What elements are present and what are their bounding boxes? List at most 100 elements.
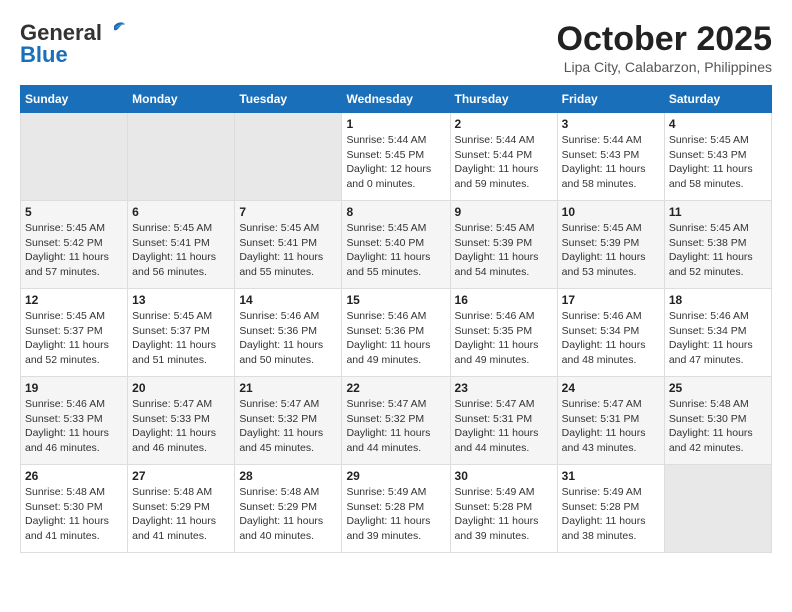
day-cell xyxy=(128,113,235,201)
page-subtitle: Lipa City, Calabarzon, Philippines xyxy=(557,59,772,75)
title-block: October 2025 Lipa City, Calabarzon, Phil… xyxy=(557,20,772,75)
day-cell: 24Sunrise: 5:47 AMSunset: 5:31 PMDayligh… xyxy=(557,377,664,465)
weekday-header-row: SundayMondayTuesdayWednesdayThursdayFrid… xyxy=(21,86,772,113)
day-number: 6 xyxy=(132,205,230,219)
day-number: 18 xyxy=(669,293,767,307)
page-title: October 2025 xyxy=(557,20,772,59)
day-cell: 22Sunrise: 5:47 AMSunset: 5:32 PMDayligh… xyxy=(342,377,450,465)
day-number: 21 xyxy=(239,381,337,395)
day-info: Sunrise: 5:48 AMSunset: 5:30 PMDaylight:… xyxy=(669,397,767,456)
day-cell xyxy=(664,465,771,553)
day-cell: 26 Sunrise: 5:48 AMSunset: 5:30 PMDayligh… xyxy=(21,465,128,553)
day-info: Sunrise: 5:44 AMSunset: 5:43 PMDaylight:… xyxy=(562,133,660,192)
day-cell: 12 Sunrise: 5:45 AMSunset: 5:37 PMDayligh… xyxy=(21,289,128,377)
day-cell xyxy=(21,113,128,201)
day-number: 28 xyxy=(239,469,337,483)
day-cell: 15 Sunrise: 5:46 AMSunset: 5:36 PMDayligh… xyxy=(342,289,450,377)
day-cell: 30 Sunrise: 5:49 AMSunset: 5:28 PMDayligh… xyxy=(450,465,557,553)
day-cell xyxy=(235,113,342,201)
day-cell: 5Sunrise: 5:45 AMSunset: 5:42 PMDaylight… xyxy=(21,201,128,289)
day-number: 1 xyxy=(346,117,445,131)
day-number: 4 xyxy=(669,117,767,131)
day-number: 20 xyxy=(132,381,230,395)
day-info: Sunrise: 5:44 AMSunset: 5:45 PMDaylight:… xyxy=(346,133,445,192)
weekday-header-thursday: Thursday xyxy=(450,86,557,113)
week-row-3: 12 Sunrise: 5:45 AMSunset: 5:37 PMDayligh… xyxy=(21,289,772,377)
day-cell: 21 Sunrise: 5:47 AMSunset: 5:32 PMDayligh… xyxy=(235,377,342,465)
day-cell: 19 Sunrise: 5:46 AMSunset: 5:33 PMDayligh… xyxy=(21,377,128,465)
day-cell: 27 Sunrise: 5:48 AMSunset: 5:29 PMDayligh… xyxy=(128,465,235,553)
week-row-1: 1 Sunrise: 5:44 AMSunset: 5:45 PMDaylight… xyxy=(21,113,772,201)
day-cell: 8 Sunrise: 5:45 AMSunset: 5:40 PMDaylight… xyxy=(342,201,450,289)
day-cell: 16 Sunrise: 5:46 AMSunset: 5:35 PMDayligh… xyxy=(450,289,557,377)
day-info: Sunrise: 5:45 AMSunset: 5:37 PMDaylight:… xyxy=(25,309,123,368)
week-row-2: 5Sunrise: 5:45 AMSunset: 5:42 PMDaylight… xyxy=(21,201,772,289)
day-cell: 6 Sunrise: 5:45 AMSunset: 5:41 PMDaylight… xyxy=(128,201,235,289)
day-info: Sunrise: 5:49 AMSunset: 5:28 PMDaylight:… xyxy=(346,485,445,544)
calendar-header: SundayMondayTuesdayWednesdayThursdayFrid… xyxy=(21,86,772,113)
logo-bird-icon xyxy=(104,21,126,39)
day-info: Sunrise: 5:45 AMSunset: 5:39 PMDaylight:… xyxy=(562,221,660,280)
day-info: Sunrise: 5:45 AMSunset: 5:40 PMDaylight:… xyxy=(346,221,445,280)
logo: General Blue xyxy=(20,20,126,68)
day-info: Sunrise: 5:46 AMSunset: 5:34 PMDaylight:… xyxy=(669,309,767,368)
day-cell: 17Sunrise: 5:46 AMSunset: 5:34 PMDayligh… xyxy=(557,289,664,377)
day-cell: 20 Sunrise: 5:47 AMSunset: 5:33 PMDayligh… xyxy=(128,377,235,465)
day-number: 5 xyxy=(25,205,123,219)
week-row-5: 26 Sunrise: 5:48 AMSunset: 5:30 PMDayligh… xyxy=(21,465,772,553)
weekday-header-wednesday: Wednesday xyxy=(342,86,450,113)
day-cell: 14Sunrise: 5:46 AMSunset: 5:36 PMDayligh… xyxy=(235,289,342,377)
day-number: 24 xyxy=(562,381,660,395)
day-cell: 31Sunrise: 5:49 AMSunset: 5:28 PMDayligh… xyxy=(557,465,664,553)
day-info: Sunrise: 5:45 AMSunset: 5:39 PMDaylight:… xyxy=(455,221,553,280)
day-number: 22 xyxy=(346,381,445,395)
day-cell: 3Sunrise: 5:44 AMSunset: 5:43 PMDaylight… xyxy=(557,113,664,201)
day-number: 15 xyxy=(346,293,445,307)
page-header: General Blue October 2025 Lipa City, Cal… xyxy=(20,20,772,75)
day-info: Sunrise: 5:47 AMSunset: 5:32 PMDaylight:… xyxy=(239,397,337,456)
day-number: 10 xyxy=(562,205,660,219)
day-info: Sunrise: 5:45 AMSunset: 5:38 PMDaylight:… xyxy=(669,221,767,280)
day-info: Sunrise: 5:48 AMSunset: 5:29 PMDaylight:… xyxy=(239,485,337,544)
day-cell: 7 Sunrise: 5:45 AMSunset: 5:41 PMDaylight… xyxy=(235,201,342,289)
weekday-header-saturday: Saturday xyxy=(664,86,771,113)
day-cell: 28 Sunrise: 5:48 AMSunset: 5:29 PMDayligh… xyxy=(235,465,342,553)
day-info: Sunrise: 5:47 AMSunset: 5:33 PMDaylight:… xyxy=(132,397,230,456)
day-number: 11 xyxy=(669,205,767,219)
day-info: Sunrise: 5:47 AMSunset: 5:31 PMDaylight:… xyxy=(455,397,553,456)
day-info: Sunrise: 5:44 AMSunset: 5:44 PMDaylight:… xyxy=(455,133,553,192)
day-number: 16 xyxy=(455,293,553,307)
day-info: Sunrise: 5:45 AMSunset: 5:41 PMDaylight:… xyxy=(132,221,230,280)
day-info: Sunrise: 5:46 AMSunset: 5:36 PMDaylight:… xyxy=(239,309,337,368)
day-info: Sunrise: 5:46 AMSunset: 5:36 PMDaylight:… xyxy=(346,309,445,368)
day-info: Sunrise: 5:46 AMSunset: 5:35 PMDaylight:… xyxy=(455,309,553,368)
day-info: Sunrise: 5:46 AMSunset: 5:33 PMDaylight:… xyxy=(25,397,123,456)
day-cell: 4 Sunrise: 5:45 AMSunset: 5:43 PMDaylight… xyxy=(664,113,771,201)
day-number: 13 xyxy=(132,293,230,307)
day-cell: 9 Sunrise: 5:45 AMSunset: 5:39 PMDaylight… xyxy=(450,201,557,289)
day-number: 7 xyxy=(239,205,337,219)
day-number: 27 xyxy=(132,469,230,483)
day-number: 8 xyxy=(346,205,445,219)
day-number: 9 xyxy=(455,205,553,219)
day-cell: 23 Sunrise: 5:47 AMSunset: 5:31 PMDayligh… xyxy=(450,377,557,465)
weekday-header-monday: Monday xyxy=(128,86,235,113)
day-number: 19 xyxy=(25,381,123,395)
day-info: Sunrise: 5:45 AMSunset: 5:43 PMDaylight:… xyxy=(669,133,767,192)
day-info: Sunrise: 5:48 AMSunset: 5:30 PMDaylight:… xyxy=(25,485,123,544)
day-cell: 1 Sunrise: 5:44 AMSunset: 5:45 PMDaylight… xyxy=(342,113,450,201)
day-info: Sunrise: 5:45 AMSunset: 5:37 PMDaylight:… xyxy=(132,309,230,368)
day-cell: 10 Sunrise: 5:45 AMSunset: 5:39 PMDayligh… xyxy=(557,201,664,289)
day-number: 17 xyxy=(562,293,660,307)
day-number: 26 xyxy=(25,469,123,483)
day-info: Sunrise: 5:49 AMSunset: 5:28 PMDaylight:… xyxy=(455,485,553,544)
day-info: Sunrise: 5:45 AMSunset: 5:41 PMDaylight:… xyxy=(239,221,337,280)
day-number: 23 xyxy=(455,381,553,395)
day-info: Sunrise: 5:48 AMSunset: 5:29 PMDaylight:… xyxy=(132,485,230,544)
day-number: 12 xyxy=(25,293,123,307)
weekday-header-sunday: Sunday xyxy=(21,86,128,113)
day-info: Sunrise: 5:49 AMSunset: 5:28 PMDaylight:… xyxy=(562,485,660,544)
calendar-body: 1 Sunrise: 5:44 AMSunset: 5:45 PMDaylight… xyxy=(21,113,772,553)
day-number: 25 xyxy=(669,381,767,395)
day-number: 30 xyxy=(455,469,553,483)
